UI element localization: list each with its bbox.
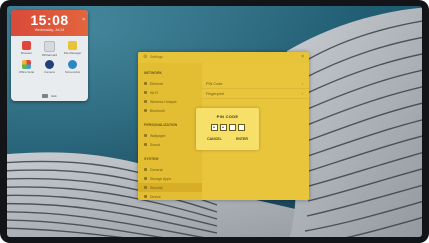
cancel-button[interactable]: CANCEL xyxy=(207,137,222,141)
sidebar-item-ethernet[interactable]: Ethernet xyxy=(138,79,202,88)
app-label: Camera xyxy=(44,70,55,74)
sidebar-item-wifi[interactable]: Wi-Fi xyxy=(138,88,202,97)
sidebar-item-label: Wireless Hotspot xyxy=(150,99,177,104)
chevron-right-icon: › xyxy=(301,91,303,96)
pin-digit-input[interactable] xyxy=(228,124,236,131)
ethernet-icon xyxy=(144,82,147,85)
sidebar-item-label: Wallpaper xyxy=(150,133,166,138)
sidebar-item-storage[interactable]: Storage Apps xyxy=(138,174,202,183)
app-tile[interactable]: File Manager xyxy=(61,41,84,57)
section-title-system: SYSTEM xyxy=(144,157,159,161)
display-frame: 15:08 Wednesday, Jul 24 × Browser Whiteb… xyxy=(0,0,429,243)
footer-label: Exit xyxy=(51,94,57,98)
enter-button[interactable]: ENTER xyxy=(236,137,248,141)
app-launcher-grid: Browser Whiteboard File Manager Office S… xyxy=(11,36,88,74)
app-label: File Manager xyxy=(63,51,82,55)
app-label: Whiteboard xyxy=(41,53,58,57)
exit-icon xyxy=(42,94,49,98)
gear-icon: ⚙ xyxy=(143,54,148,60)
app-label: Office Suite xyxy=(18,70,35,74)
close-icon[interactable]: × xyxy=(301,54,304,60)
setting-row-label: Fingerprint xyxy=(206,91,225,96)
widget-footer[interactable]: Exit xyxy=(11,94,88,98)
chevron-right-icon: › xyxy=(301,81,303,86)
browser-icon xyxy=(22,41,31,50)
widget-close-icon[interactable]: × xyxy=(82,17,85,23)
section-title-personalization: PERSONALIZATION xyxy=(144,123,178,127)
settings-sidebar: NETWORK Ethernet Wi-Fi Wireless Hotspot … xyxy=(138,63,202,200)
sound-icon xyxy=(144,143,147,146)
bluetooth-icon xyxy=(144,109,147,112)
settings-titlebar: ⚙ Settings × xyxy=(138,52,309,63)
screenshot-icon xyxy=(68,60,77,69)
wallpaper-icon xyxy=(144,134,147,137)
setting-row-pin-code[interactable]: PIN Code › xyxy=(202,79,309,89)
sidebar-item-label: Bluetooth xyxy=(150,108,165,113)
sidebar-item-label: Storage Apps xyxy=(150,176,172,181)
app-label: Browser xyxy=(20,51,32,55)
app-tile[interactable]: Whiteboard xyxy=(38,41,61,57)
sidebar-item-general[interactable]: General xyxy=(138,165,202,174)
pin-dialog-title: PIN CODE xyxy=(216,114,239,119)
whiteboard-icon xyxy=(44,41,55,52)
settings-title: Settings xyxy=(150,55,163,59)
clock-time: 15:08 xyxy=(30,12,69,28)
pin-digit-input[interactable]: • xyxy=(210,124,218,131)
office-icon xyxy=(22,60,31,69)
setting-row-fingerprint[interactable]: Fingerprint › xyxy=(202,89,309,99)
sidebar-item-hotspot[interactable]: Wireless Hotspot xyxy=(138,97,202,106)
hotspot-icon xyxy=(144,100,147,103)
pin-code-dialog: PIN CODE • • CANCEL ENTER xyxy=(196,108,259,150)
sidebar-item-device[interactable]: Device xyxy=(138,192,202,200)
sidebar-item-label: General xyxy=(150,167,163,172)
sidebar-item-wallpaper[interactable]: Wallpaper xyxy=(138,131,202,140)
sidebar-item-label: Wi-Fi xyxy=(150,90,159,95)
sidebar-item-label: Security xyxy=(150,185,163,190)
storage-icon xyxy=(144,177,147,180)
app-tile[interactable]: Screenshot xyxy=(61,60,84,74)
sidebar-item-label: Device xyxy=(150,194,161,199)
device-icon xyxy=(144,195,147,198)
clock-app-widget: 15:08 Wednesday, Jul 24 × Browser Whiteb… xyxy=(11,10,88,101)
app-tile[interactable]: Office Suite xyxy=(15,60,38,74)
pin-digit-input[interactable] xyxy=(237,124,245,131)
shield-icon xyxy=(144,186,147,189)
setting-row-label: PIN Code xyxy=(206,81,223,86)
sidebar-item-label: Sound xyxy=(150,142,161,147)
sidebar-item-bluetooth[interactable]: Bluetooth xyxy=(138,106,202,115)
files-icon xyxy=(68,41,77,50)
pin-dialog-actions: CANCEL ENTER xyxy=(196,137,259,141)
app-label: Screenshot xyxy=(64,70,81,74)
app-tile[interactable]: Camera xyxy=(38,60,61,74)
section-title-network: NETWORK xyxy=(144,71,163,75)
desktop-screen: 15:08 Wednesday, Jul 24 × Browser Whiteb… xyxy=(7,6,422,237)
sidebar-item-sound[interactable]: Sound xyxy=(138,140,202,149)
clock-header: 15:08 Wednesday, Jul 24 × xyxy=(11,10,88,36)
app-tile[interactable]: Browser xyxy=(15,41,38,57)
camera-icon xyxy=(45,60,54,69)
pin-digit-input[interactable]: • xyxy=(219,124,227,131)
sidebar-item-security[interactable]: Security xyxy=(138,183,202,192)
clock-date: Wednesday, Jul 24 xyxy=(34,28,65,32)
pin-input-group: • • xyxy=(196,124,259,131)
sidebar-item-label: Ethernet xyxy=(150,81,164,86)
wifi-icon xyxy=(144,91,147,94)
general-icon xyxy=(144,168,147,171)
